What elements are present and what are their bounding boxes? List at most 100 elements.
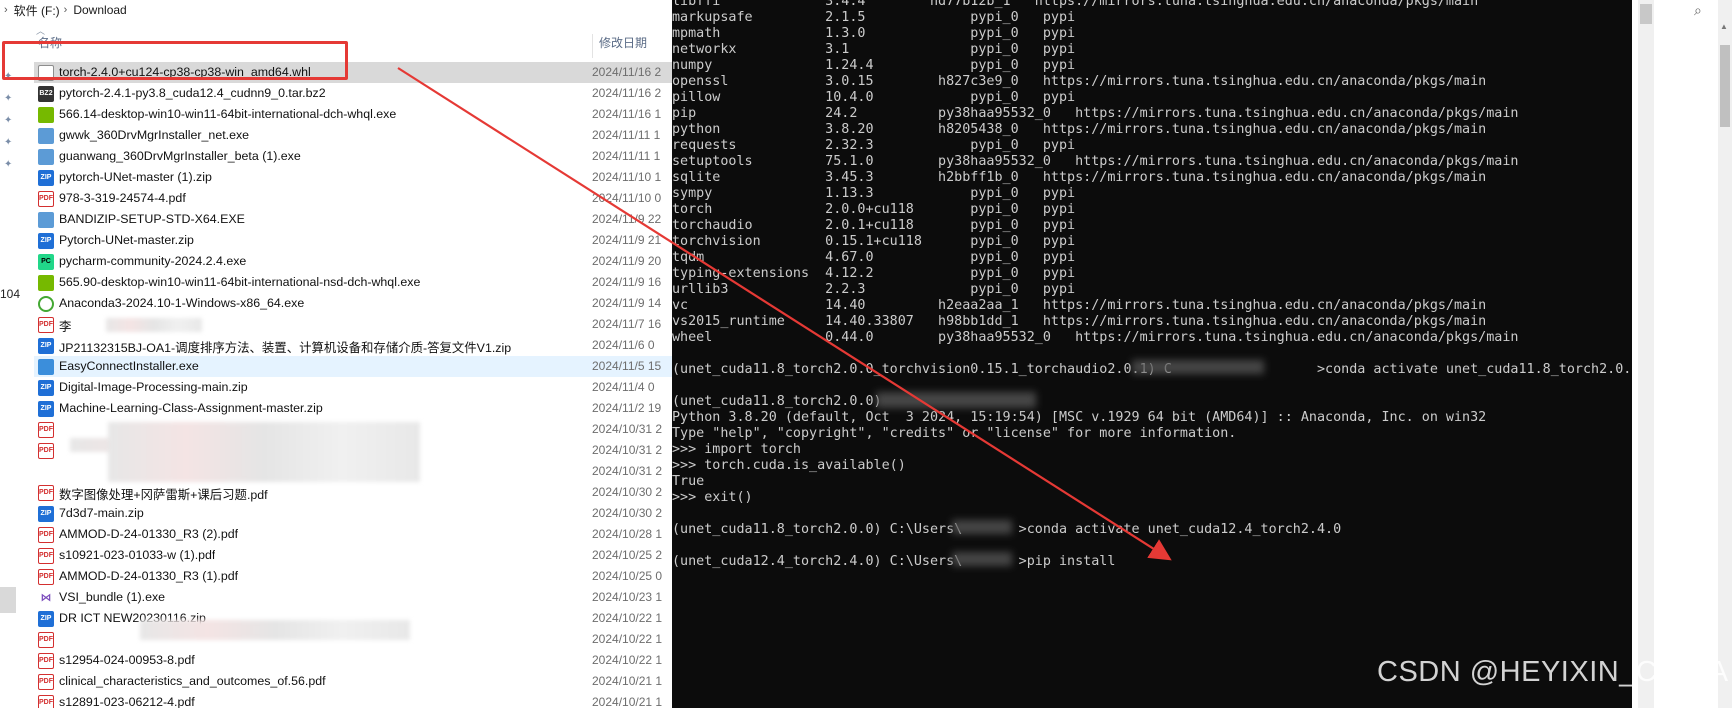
file-row[interactable]: ZIP pytorch-UNet-master (1).zip 2024/11/10… <box>34 167 672 188</box>
scroll-up-icon[interactable]: ▲ <box>1720 22 1728 31</box>
terminal-window[interactable]: libffi 3.4.4 hd77b12b_1 https://mirrors.… <box>672 0 1632 708</box>
breadcrumb-drive[interactable]: 软件 (F:) <box>14 2 60 19</box>
terminal-line: openssl 3.0.15 h827c3e9_0 https://mirror… <box>672 74 1487 89</box>
file-row[interactable]: PDF s12954-024-00953-8.pdf 2024/10/22 1 <box>34 650 672 671</box>
file-row[interactable]: Anaconda3-2024.10-1-Windows-x86_64.exe 20… <box>34 293 672 314</box>
quick-access-label: 104 <box>0 287 21 301</box>
file-row[interactable]: EasyConnectInstaller.exe 2024/11/5 15 <box>34 356 672 377</box>
scrollbar-thumb[interactable] <box>1720 45 1730 127</box>
file-row[interactable]: BZ2 pytorch-2.4.1-py3.8_cuda12.4_cudnn9_0… <box>34 83 672 104</box>
file-row[interactable]: 566.14-desktop-win10-win11-64bit-interna… <box>34 104 672 125</box>
pin-icon[interactable]: ✦ <box>4 160 14 170</box>
file-row[interactable]: guanwang_360DrvMgrInstaller_beta (1).exe… <box>34 146 672 167</box>
terminal-line: wheel 0.44.0 py38haa95532_0 https://mirr… <box>672 330 1519 345</box>
column-date-header[interactable]: 修改日期 <box>592 34 647 58</box>
file-row[interactable]: PDF AMMOD-D-24-01330_R3 (1).pdf 2024/10/25… <box>34 566 672 587</box>
zip-icon: ZIP <box>38 337 54 354</box>
file-name: s12954-024-00953-8.pdf <box>59 653 195 667</box>
terminal-line: tqdm 4.67.0 pypi_0 pypi <box>672 250 1076 265</box>
zip-icon: ZIP <box>38 400 54 417</box>
scrollbar-thumb[interactable] <box>1640 4 1652 24</box>
terminal-line: pillow 10.4.0 pypi_0 pypi <box>672 90 1076 105</box>
file-row[interactable]: PC pycharm-community-2024.2.4.exe 2024/11/… <box>34 251 672 272</box>
file-date: 2024/11/9 22 <box>592 212 662 226</box>
file-date: 2024/10/30 2 <box>592 506 663 520</box>
file-row[interactable]: PDF 数字图像处理+冈萨雷斯+课后习题.pdf 2024/10/30 2 <box>34 482 672 503</box>
terminal-line: urllib3 2.2.3 pypi_0 pypi <box>672 282 1076 297</box>
file-row[interactable]: ZIP Machine-Learning-Class-Assignment-mas… <box>34 398 672 419</box>
file-date: 2024/11/16 1 <box>592 107 662 121</box>
file-name: 978-3-319-24574-4.pdf <box>59 191 186 205</box>
file-date: 2024/11/16 2 <box>592 86 662 100</box>
terminal-line: sympy 1.13.3 pypi_0 pypi <box>672 186 1076 201</box>
file-date: 2024/11/10 1 <box>592 170 662 184</box>
terminal-line: torchaudio 2.0.1+cu118 pypi_0 pypi <box>672 218 1076 233</box>
installer-icon <box>38 127 54 144</box>
file-row[interactable]: PDF s10921-023-01033-w (1).pdf 2024/10/25 … <box>34 545 672 566</box>
pin-icon[interactable]: ✦ <box>4 116 14 126</box>
file-date: 2024/10/22 1 <box>592 611 663 625</box>
pin-icon[interactable]: ✦ <box>4 138 14 148</box>
terminal-line: libffi 3.4.4 hd77b12b_1 https://mirrors.… <box>672 0 1479 9</box>
file-row[interactable]: PDF s12891-023-06212-4.pdf 2024/10/21 1 <box>34 692 672 708</box>
terminal-line: torch 2.0.0+cu118 pypi_0 pypi <box>672 202 1076 217</box>
file-date: 2024/10/22 1 <box>592 653 663 667</box>
file-date: 2024/10/21 1 <box>592 674 663 688</box>
file-name: AMMOD-D-24-01330_R3 (2).pdf <box>59 527 239 541</box>
breadcrumb-folder[interactable]: Download <box>73 3 126 17</box>
easyconnect-icon <box>38 358 54 375</box>
file-name: pytorch-2.4.1-py3.8_cuda12.4_cudnn9_0.ta… <box>59 86 326 100</box>
file-name: Anaconda3-2024.10-1-Windows-x86_64.exe <box>59 296 305 310</box>
file-date: 2024/11/9 14 <box>592 296 662 310</box>
file-name: 7d3d7-main.zip <box>59 506 144 520</box>
terminal-line: requests 2.32.3 pypi_0 pypi <box>672 138 1076 153</box>
file-row[interactable]: ZIP Pytorch-UNet-master.zip 2024/11/9 21 <box>34 230 672 251</box>
zip-icon: ZIP <box>38 379 54 396</box>
file-date: 2024/11/9 16 <box>592 275 662 289</box>
redacted-region <box>952 552 1012 566</box>
pdf-icon: PDF <box>38 694 54 708</box>
file-row[interactable]: gwwk_360DrvMgrInstaller_net.exe 2024/11/1… <box>34 125 672 146</box>
nvidia-icon <box>38 106 54 123</box>
file-row[interactable]: PDF 978-3-319-24574-4.pdf 2024/11/10 0 <box>34 188 672 209</box>
file-date: 2024/10/31 2 <box>592 464 663 478</box>
file-date: 2024/11/6 0 <box>592 338 655 352</box>
file-row[interactable]: ⋈ VSI_bundle (1).exe 2024/10/23 1 <box>34 587 672 608</box>
pin-icon[interactable]: ✦ <box>4 94 14 104</box>
file-row[interactable]: ZIP 7d3d7-main.zip 2024/10/30 2 <box>34 503 672 524</box>
chevron-right-icon: › <box>63 4 68 16</box>
terminal-line: networkx 3.1 pypi_0 pypi <box>672 42 1076 57</box>
file-date: 2024/11/7 16 <box>592 317 662 331</box>
file-name: pytorch-UNet-master (1).zip <box>59 170 212 184</box>
scrollbar[interactable] <box>1638 0 1654 708</box>
pdf-icon: PDF <box>38 484 54 501</box>
search-icon[interactable]: ⌕ <box>1694 2 1702 19</box>
watermark: CSDN @HEYIXIN_CHINA <box>1377 656 1729 688</box>
pdf-icon: PDF <box>38 652 54 669</box>
anaconda-icon <box>38 295 54 312</box>
quick-access-pane: ✦ ✦ ✦ ✦ ✦ 104 <box>0 22 20 708</box>
terminal-line: >>> exit() <box>672 490 753 505</box>
file-name: VSI_bundle (1).exe <box>59 590 166 604</box>
redacted-region <box>1132 360 1264 374</box>
file-row[interactable]: 565.90-desktop-win10-win11-64bit-interna… <box>34 272 672 293</box>
file-row[interactable]: BANDIZIP-SETUP-STD-X64.EXE 2024/11/9 22 <box>34 209 672 230</box>
file-date: 2024/11/2 19 <box>592 401 662 415</box>
file-name: 566.14-desktop-win10-win11-64bit-interna… <box>59 107 397 121</box>
terminal-line: (unet_cuda12.4_torch2.4.0) C:\Users\ >pi… <box>672 554 1116 569</box>
file-row[interactable]: PDF clinical_characteristics_and_outcomes… <box>34 671 672 692</box>
scrollbar[interactable] <box>1718 0 1732 708</box>
redacted-region <box>876 392 1036 408</box>
pdf-icon: PDF <box>38 442 54 459</box>
file-name: AMMOD-D-24-01330_R3 (1).pdf <box>59 569 239 583</box>
file-name: Machine-Learning-Class-Assignment-master… <box>59 401 323 415</box>
address-bar[interactable]: › 软件 (F:) › Download <box>0 0 672 20</box>
file-row[interactable]: ZIP Digital-Image-Processing-main.zip 2024… <box>34 377 672 398</box>
annotation-highlight-box <box>2 41 348 80</box>
file-date: 2024/11/9 20 <box>592 254 662 268</box>
nav-pane-scrollbar[interactable] <box>0 587 16 613</box>
terminal-line: pip 24.2 py38haa95532_0 https://mirrors.… <box>672 106 1519 121</box>
file-row[interactable]: ZIP JP21132315BJ-OA1-调度排序方法、装置、计算机设备和存储介质… <box>34 335 672 356</box>
file-row[interactable]: PDF AMMOD-D-24-01330_R3 (2).pdf 2024/10/28… <box>34 524 672 545</box>
